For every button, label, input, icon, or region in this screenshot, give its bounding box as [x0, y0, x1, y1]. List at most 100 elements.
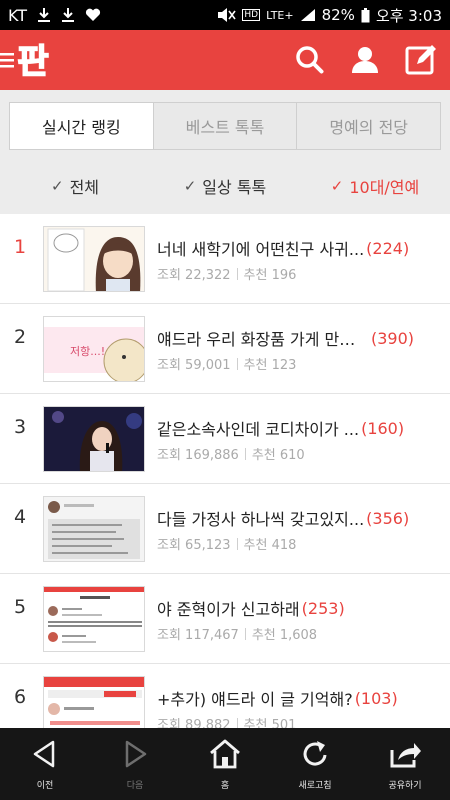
- app-screen: KT HD LTE+ 82% 오후 3:03 판 실시간 랭킹 베스트 톡톡 명…: [0, 0, 450, 800]
- recommend-count: 추천 123: [243, 358, 297, 373]
- post-thumbnail: [43, 496, 145, 562]
- signal-icon: [300, 8, 316, 22]
- nav-label: 새로고침: [298, 780, 332, 791]
- post-title: 다들 가정사 하나씩 갖고있지...: [157, 510, 365, 529]
- post-list: 1 너네 새학기에 어떤친구 사귀... (224) 조회 22,322 추천 …: [0, 214, 450, 754]
- rank-number: 4: [14, 506, 27, 528]
- list-item[interactable]: 2 저항...! 얘드라 우리 화장품 가게 만들... (390) 조회 59…: [0, 304, 450, 394]
- filter-teens-entertainment[interactable]: ✓ 10대/연예: [300, 170, 450, 202]
- post-title: 너네 새학기에 어떤친구 사귀...: [157, 240, 365, 259]
- post-meta: 조회 22,322 추천 196: [157, 264, 296, 283]
- post-meta: 조회 65,123 추천 418: [157, 534, 296, 553]
- forward-button[interactable]: 다음: [90, 728, 180, 800]
- tab-area: 실시간 랭킹 베스트 톡톡 명예의 전당 ✓ 전체 ✓ 일상 톡톡 ✓ 10대/…: [0, 90, 450, 214]
- search-icon[interactable]: [292, 42, 328, 78]
- check-icon: ✓: [50, 177, 64, 195]
- post-meta: 조회 59,001 추천 123: [157, 354, 296, 373]
- post-thumbnail: 저항...!: [43, 316, 145, 382]
- post-thumbnail: [43, 586, 145, 652]
- comment-count: (224): [366, 238, 410, 258]
- back-button[interactable]: 이전: [0, 728, 90, 800]
- filter-daily-talk[interactable]: ✓ 일상 톡톡: [150, 170, 300, 202]
- filter-label: 10대/연예: [349, 178, 420, 197]
- divider: [236, 267, 238, 280]
- post-meta: 조회 117,467 추천 1,608: [157, 624, 317, 643]
- comment-count: (103): [354, 688, 398, 708]
- heart-icon: [85, 8, 101, 22]
- recommend-count: 추천 610: [251, 448, 305, 463]
- filter-label: 일상 톡톡: [202, 178, 267, 197]
- post-title: 야 준혁이가 신고하래: [157, 600, 300, 619]
- battery-percent: 82%: [321, 6, 355, 24]
- clock: 오후 3:03: [375, 6, 442, 25]
- view-count: 조회 117,467: [157, 628, 239, 643]
- network-label: LTE+: [266, 8, 294, 22]
- view-count: 조회 59,001: [157, 358, 231, 373]
- post-thumbnail: [43, 226, 145, 292]
- rank-number: 6: [14, 686, 27, 708]
- comment-count: (356): [366, 508, 410, 528]
- share-icon: [388, 738, 422, 774]
- pann-logo[interactable]: 판: [0, 38, 60, 83]
- nav-label: 다음: [126, 780, 144, 791]
- check-icon: ✓: [183, 177, 197, 195]
- tab-realtime-ranking[interactable]: 실시간 랭킹: [9, 102, 154, 150]
- post-thumbnail: [43, 406, 145, 472]
- user-icon[interactable]: [347, 42, 383, 78]
- refresh-icon: [299, 738, 331, 774]
- comment-count: (160): [361, 418, 405, 438]
- home-button[interactable]: 홈: [180, 728, 270, 800]
- ranking-tabs: 실시간 랭킹 베스트 톡톡 명예의 전당: [9, 102, 442, 150]
- download-icon: [37, 7, 51, 23]
- mute-icon: [216, 7, 237, 23]
- nav-label: 공유하기: [388, 780, 422, 791]
- divider: [236, 357, 238, 370]
- browser-bottom-nav: 이전 다음 홈 새로고침 공유하기: [0, 728, 450, 800]
- refresh-button[interactable]: 새로고침: [270, 728, 360, 800]
- share-button[interactable]: 공유하기: [360, 728, 450, 800]
- tab-hall-of-fame[interactable]: 명예의 전당: [297, 102, 442, 150]
- comment-count: (390): [371, 328, 415, 348]
- tab-best-talk[interactable]: 베스트 톡톡: [153, 102, 298, 150]
- battery-icon: [361, 7, 370, 23]
- carrier-label: KT: [8, 5, 28, 25]
- filter-all[interactable]: ✓ 전체: [0, 170, 150, 202]
- logo-text: 판: [17, 42, 48, 82]
- post-title: 같은소속사인데 코디차이가 ...: [157, 420, 360, 439]
- view-count: 조회 169,886: [157, 448, 239, 463]
- list-item[interactable]: 5 야 준혁이가 신고하래 (253) 조회 117,467 추천 1,608: [0, 574, 450, 664]
- list-item[interactable]: 4 다들 가정사 하나씩 갖고있지... (356) 조회 65,123 추천 …: [0, 484, 450, 574]
- recommend-count: 추천 196: [243, 268, 297, 283]
- view-count: 조회 22,322: [157, 268, 231, 283]
- divider: [244, 627, 246, 640]
- rank-number: 1: [14, 236, 27, 258]
- back-icon: [29, 738, 61, 774]
- rank-number: 3: [14, 416, 27, 438]
- category-filters: ✓ 전체 ✓ 일상 톡톡 ✓ 10대/연예: [0, 170, 450, 202]
- divider: [236, 537, 238, 550]
- forward-icon: [119, 738, 151, 774]
- comment-count: (253): [301, 598, 345, 618]
- filter-label: 전체: [69, 178, 100, 197]
- nav-label: 홈: [220, 780, 230, 791]
- recommend-count: 추천 418: [243, 538, 297, 553]
- write-icon[interactable]: [403, 42, 439, 78]
- status-bar: KT HD LTE+ 82% 오후 3:03: [0, 0, 450, 30]
- view-count: 조회 65,123: [157, 538, 231, 553]
- menu-icon: [0, 53, 14, 68]
- check-icon: ✓: [330, 177, 344, 195]
- recommend-count: 추천 1,608: [251, 628, 318, 643]
- hd-icon: HD: [242, 9, 261, 21]
- rank-number: 5: [14, 596, 27, 618]
- post-title: 얘드라 우리 화장품 가게 만들...: [157, 330, 369, 349]
- thumbnail-caption: 저항...!: [70, 345, 105, 358]
- download-icon: [61, 7, 75, 23]
- nav-label: 이전: [36, 780, 54, 791]
- post-meta: 조회 169,886 추천 610: [157, 444, 305, 463]
- home-icon: [208, 738, 242, 774]
- rank-number: 2: [14, 326, 27, 348]
- list-item[interactable]: 1 너네 새학기에 어떤친구 사귀... (224) 조회 22,322 추천 …: [0, 214, 450, 304]
- app-header: 판: [0, 30, 450, 90]
- list-item[interactable]: 3 같은소속사인데 코디차이가 ... (160) 조회 169,886 추천 …: [0, 394, 450, 484]
- divider: [244, 447, 246, 460]
